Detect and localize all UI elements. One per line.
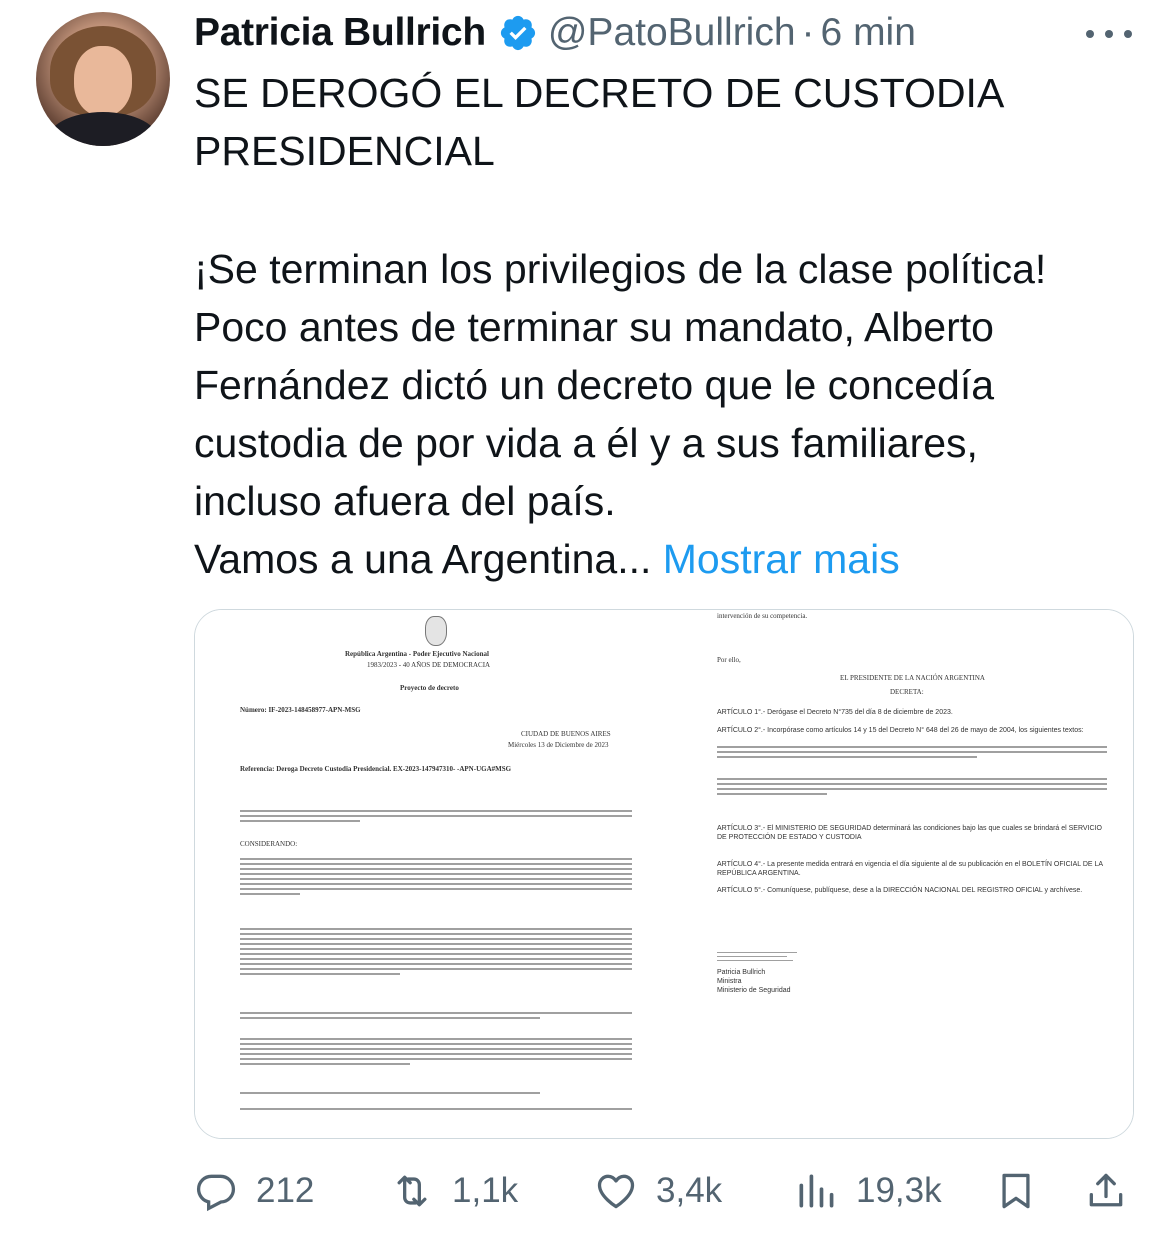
views-button[interactable]: 19,3k	[794, 1160, 942, 1222]
truncated-text: Vamos a una Argentina...	[194, 536, 652, 582]
doc-art4: ARTÍCULO 4°.- La presente medida entrará…	[717, 861, 1103, 877]
text-line: PRESIDENCIAL	[194, 128, 495, 174]
doc-presidente: EL PRESIDENTE DE LA NACIÓN ARGENTINA	[840, 674, 985, 682]
text-line: custodia de por vida a él y a sus famili…	[194, 420, 978, 466]
doc-por-ello: Por ello,	[717, 656, 741, 664]
views-count: 19,3k	[856, 1171, 942, 1210]
doc-paragraph	[240, 810, 632, 825]
separator-dot: ·	[801, 11, 815, 54]
show-more-link[interactable]: Mostrar mais	[663, 536, 900, 582]
decree-page-left: República Argentina - Poder Ejecutivo Na…	[195, 610, 665, 1138]
author-handle[interactable]: @PatoBullrich	[548, 11, 796, 55]
reply-icon	[196, 1174, 236, 1212]
coat-of-arms-icon	[425, 616, 447, 646]
text-line: ¡Se terminan los privilegios de la clase…	[194, 246, 1047, 292]
bookmark-icon	[1002, 1173, 1030, 1209]
repost-icon	[397, 1175, 427, 1207]
doc-paragraph	[717, 746, 1107, 761]
doc-fecha: Miércoles 13 de Diciembre de 2023	[508, 741, 609, 749]
repost-button[interactable]: 1,1k	[390, 1160, 518, 1222]
author-avatar[interactable]	[36, 12, 170, 146]
author-name[interactable]: Patricia Bullrich	[194, 11, 486, 55]
analytics-icon	[799, 1174, 834, 1208]
text-line: SE DEROGÓ EL DECRETO DE CUSTODIA	[194, 70, 1005, 116]
reply-button[interactable]: 212	[194, 1160, 314, 1222]
like-button[interactable]: 3,4k	[594, 1160, 722, 1222]
doc-title: Proyecto de decreto	[400, 684, 459, 692]
doc-art3: ARTÍCULO 3°.- El MINISTERIO DE SEGURIDAD…	[717, 825, 1102, 841]
doc-paragraph	[240, 1038, 632, 1068]
tweet-header: Patricia Bullrich @PatoBullrich · 6 min	[194, 10, 916, 56]
doc-art2: ARTÍCULO 2°.- Incorpórase como artículos…	[717, 727, 1084, 734]
repost-count: 1,1k	[452, 1171, 519, 1210]
doc-paragraph	[240, 1108, 632, 1113]
digital-signature-stamp	[717, 952, 797, 964]
tweet-text-headline: SE DEROGÓ EL DECRETO DE CUSTODIA PRESIDE…	[194, 64, 1144, 180]
tweet-timestamp[interactable]: 6 min	[821, 11, 916, 55]
doc-firma-cargo: Ministra	[717, 978, 742, 985]
share-button[interactable]	[1084, 1160, 1128, 1222]
doc-art1: ARTÍCULO 1°.- Derógase el Decreto N°735 …	[717, 709, 953, 716]
verified-badge-icon	[500, 15, 535, 51]
heart-icon	[597, 1174, 635, 1209]
tweet-action-bar: 212 1,1k 3,4k 19,3k	[194, 1160, 1134, 1222]
doc-art5: ARTÍCULO 5°.- Comuníquese, publíquese, d…	[717, 887, 1083, 894]
share-icon	[1089, 1173, 1123, 1207]
doc-paragraph	[240, 1092, 632, 1097]
doc-paragraph	[240, 1012, 632, 1022]
doc-paragraph	[240, 858, 632, 898]
more-options-icon[interactable]	[1086, 22, 1132, 46]
tweet-text-body: ¡Se terminan los privilegios de la clase…	[194, 240, 1144, 588]
doc-firma-nombre: Patricia Bullrich	[717, 969, 766, 976]
like-count: 3,4k	[656, 1171, 723, 1210]
doc-header-2: 1983/2023 - 40 AÑOS DE DEMOCRACIA	[367, 661, 491, 669]
text-line: Poco antes de terminar su mandato, Alber…	[194, 304, 994, 350]
doc-considerando: CONSIDERANDO:	[240, 840, 298, 848]
text-line-last: Vamos a una Argentina... Mostrar mais	[194, 530, 1144, 588]
doc-paragraph	[240, 928, 632, 978]
tweet-media-image[interactable]: República Argentina - Poder Ejecutivo Na…	[194, 609, 1134, 1139]
text-line: Fernández dictó un decreto que le conced…	[194, 362, 995, 408]
reply-count: 212	[256, 1171, 315, 1210]
doc-referencia: Referencia: Deroga Decreto Custodia Pres…	[240, 765, 512, 773]
text-line: incluso afuera del país.	[194, 478, 616, 524]
doc-header-1: República Argentina - Poder Ejecutivo Na…	[345, 650, 489, 658]
doc-top-line: intervención de su competencia.	[717, 612, 808, 620]
doc-paragraph	[717, 778, 1107, 798]
doc-firma-ministerio: Ministerio de Seguridad	[717, 987, 791, 994]
doc-decreta: DECRETA:	[890, 688, 924, 696]
bookmark-button[interactable]	[994, 1160, 1038, 1222]
doc-numero: Número: IF-2023-148458977-APN-MSG	[240, 706, 361, 714]
doc-ciudad: CIUDAD DE BUENOS AIRES	[521, 730, 611, 738]
